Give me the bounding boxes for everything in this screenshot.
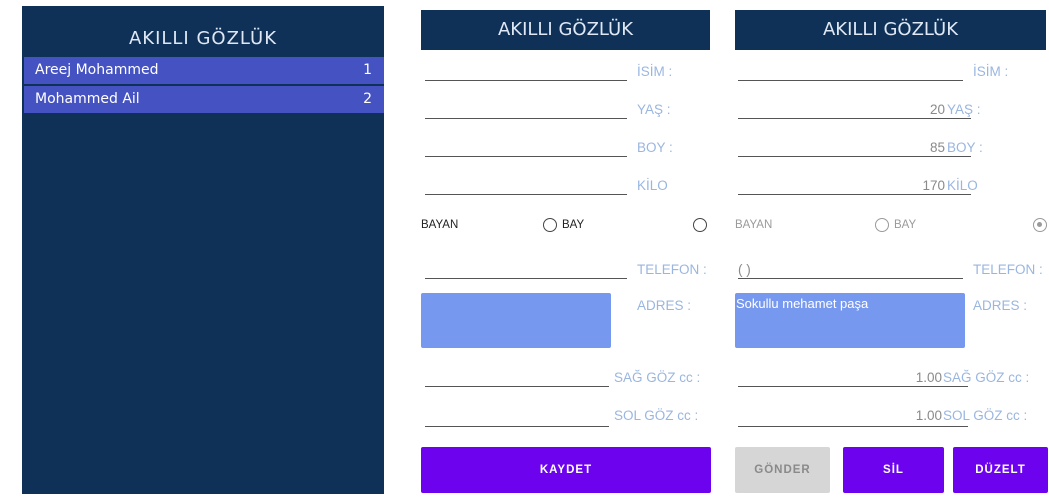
gender-bayan-radio[interactable]: [1033, 218, 1047, 232]
form-title: AKILLI GÖZLÜK: [735, 10, 1046, 50]
form-title: AKILLI GÖZLÜK: [421, 10, 710, 50]
weight-value: 170: [922, 178, 945, 193]
gender-bayan-label: BAYAN: [735, 219, 773, 231]
age-value: 20: [929, 102, 945, 117]
name-label: İSİM :: [637, 64, 673, 79]
age-input[interactable]: [738, 118, 971, 119]
height-input[interactable]: [738, 156, 971, 157]
list-item-number: 1: [363, 62, 372, 78]
patient-list-panel: AKILLI GÖZLÜK Areej Mohammed 1 Mohammed …: [22, 6, 384, 494]
list-item[interactable]: Mohammed Ail 2: [24, 86, 384, 113]
new-record-form: AKILLI GÖZLÜK İSİM : YAŞ : BOY : KİLO BA…: [421, 10, 711, 496]
height-label: BOY :: [947, 140, 983, 155]
right-eye-label: SAĞ GÖZ cc :: [614, 370, 701, 385]
patient-list: Areej Mohammed 1 Mohammed Ail 2: [24, 57, 384, 115]
gender-bayan-label: BAYAN: [421, 219, 459, 231]
gender-bay-label: BAY: [894, 219, 917, 231]
age-label: YAŞ :: [947, 102, 981, 117]
address-label: ADRES :: [637, 298, 692, 313]
name-input[interactable]: [425, 80, 627, 81]
edit-record-form: AKILLI GÖZLÜK İSİM : 20 YAŞ : 85 BOY : 1…: [735, 10, 1049, 496]
phone-input[interactable]: [425, 278, 627, 279]
address-textarea[interactable]: Sokullu mehamet paşa: [735, 293, 965, 348]
left-eye-label: SOL GÖZ cc :: [614, 408, 699, 423]
address-label: ADRES :: [973, 298, 1028, 313]
edit-button[interactable]: DÜZELT: [953, 447, 1048, 493]
gender-bay-radio[interactable]: [875, 218, 889, 232]
left-eye-input[interactable]: [738, 426, 968, 427]
address-textarea[interactable]: [421, 293, 611, 348]
height-label: BOY :: [637, 140, 673, 155]
weight-label: KİLO: [947, 178, 978, 193]
gender-bayan-radio[interactable]: [693, 218, 707, 232]
name-input[interactable]: [738, 80, 963, 81]
phone-label: TELEFON :: [637, 262, 707, 277]
list-item-name: Areej Mohammed: [35, 62, 159, 78]
weight-input[interactable]: [425, 194, 627, 195]
right-eye-input[interactable]: [738, 386, 968, 387]
send-button[interactable]: GÖNDER: [735, 447, 830, 493]
save-button[interactable]: KAYDET: [421, 447, 711, 493]
age-label: YAŞ :: [637, 102, 671, 117]
weight-label: KİLO: [637, 178, 668, 193]
gender-bay-radio[interactable]: [543, 218, 557, 232]
left-eye-label: SOL GÖZ cc :: [943, 408, 1028, 423]
list-item-number: 2: [363, 91, 372, 107]
list-item[interactable]: Areej Mohammed 1: [24, 57, 384, 84]
phone-input[interactable]: [738, 278, 963, 279]
phone-value: ( ): [738, 262, 751, 277]
weight-input[interactable]: [738, 194, 971, 195]
address-value: Sokullu mehamet paşa: [736, 296, 869, 311]
left-eye-value: 1.00: [915, 408, 942, 423]
gender-bay-label: BAY: [562, 219, 585, 231]
right-eye-input[interactable]: [425, 386, 609, 387]
right-eye-label: SAĞ GÖZ cc :: [943, 370, 1030, 385]
right-eye-value: 1.00: [915, 370, 942, 385]
age-input[interactable]: [425, 118, 627, 119]
name-label: İSİM :: [973, 64, 1009, 79]
phone-label: TELEFON :: [973, 262, 1043, 277]
delete-button[interactable]: SİL: [843, 447, 944, 493]
list-item-name: Mohammed Ail: [35, 91, 140, 107]
height-value: 85: [929, 140, 945, 155]
left-eye-input[interactable]: [425, 426, 609, 427]
height-input[interactable]: [425, 156, 627, 157]
app-title: AKILLI GÖZLÜK: [128, 28, 278, 49]
